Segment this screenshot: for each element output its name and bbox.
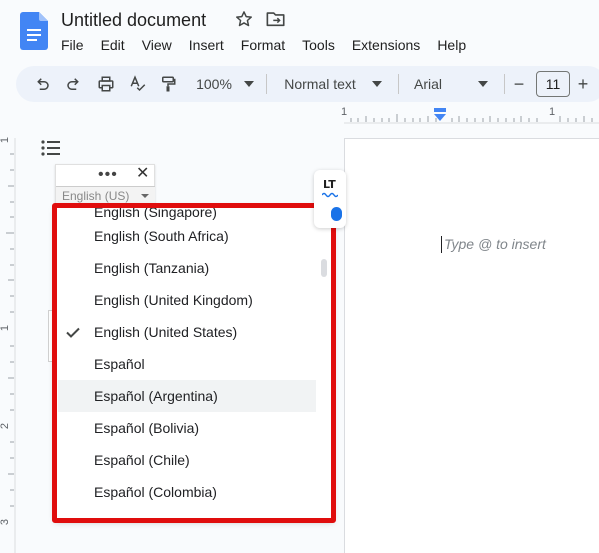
- list-item-label: Español (Colombia): [94, 484, 217, 500]
- languagetool-widget[interactable]: LT: [314, 170, 346, 228]
- list-item-label: English (United States): [94, 324, 238, 340]
- panel-edge: [48, 310, 54, 362]
- menu-tools[interactable]: Tools: [302, 36, 335, 54]
- print-icon[interactable]: [94, 66, 118, 102]
- document-page[interactable]: [344, 138, 599, 553]
- docs-logo-icon[interactable]: [20, 12, 48, 50]
- increase-font-size-button[interactable]: +: [574, 66, 592, 102]
- list-item[interactable]: Español: [58, 348, 316, 380]
- toolbar-divider: [398, 74, 399, 94]
- menu-file[interactable]: File: [61, 36, 84, 54]
- spellcheck-icon[interactable]: [126, 66, 150, 102]
- insert-placeholder[interactable]: Type @ to insert: [444, 236, 546, 252]
- menu-help[interactable]: Help: [437, 36, 466, 54]
- menu-edit[interactable]: Edit: [101, 36, 125, 54]
- style-caret-icon[interactable]: [370, 66, 384, 102]
- list-item[interactable]: English (United Kingdom): [58, 284, 316, 316]
- language-dropdown-list[interactable]: English (Singapore) English (South Afric…: [55, 206, 333, 520]
- language-select[interactable]: English (US): [56, 186, 155, 205]
- list-item-label: Español: [94, 356, 145, 372]
- checkmark-icon: [66, 327, 80, 338]
- list-item-selected[interactable]: English (United States): [58, 316, 316, 348]
- decrease-font-size-button[interactable]: −: [510, 66, 528, 102]
- list-item-label: English (Tanzania): [94, 260, 210, 276]
- menu-insert[interactable]: Insert: [189, 36, 224, 54]
- list-item[interactable]: Español (Chile): [58, 444, 316, 476]
- paint-format-icon[interactable]: [156, 66, 180, 102]
- wave-icon: [322, 192, 338, 198]
- language-select-value: English (US): [62, 189, 130, 203]
- list-item[interactable]: English (Tanzania): [58, 252, 316, 284]
- indent-marker-icon[interactable]: [434, 108, 446, 122]
- font-select[interactable]: Arial: [410, 66, 446, 102]
- toolbar-divider: [266, 74, 267, 94]
- ruler-label: 2: [0, 422, 12, 430]
- status-dot[interactable]: [331, 207, 342, 221]
- ruler-label: 1: [549, 106, 556, 118]
- list-item-label: English (South Africa): [94, 228, 229, 244]
- redo-icon[interactable]: [62, 66, 86, 102]
- more-options-icon[interactable]: •••: [98, 167, 118, 183]
- ruler-label: 1: [0, 136, 12, 144]
- toolbar-divider: [504, 74, 505, 94]
- list-item[interactable]: English (South Africa): [58, 220, 316, 252]
- menu-format[interactable]: Format: [241, 36, 285, 54]
- zoom-caret-icon[interactable]: [242, 66, 256, 102]
- move-to-folder-icon[interactable]: [266, 10, 286, 28]
- zoom-select[interactable]: 100%: [194, 66, 234, 102]
- menu-bar: File Edit View Insert Format Tools Exten…: [61, 36, 483, 54]
- font-caret-icon[interactable]: [476, 66, 490, 102]
- languagetool-logo-icon: LT: [323, 178, 336, 191]
- paragraph-style-select[interactable]: Normal text: [280, 66, 360, 102]
- list-item[interactable]: Español (Bolivia): [58, 412, 316, 444]
- list-item-label: Español (Bolivia): [94, 420, 200, 436]
- list-item-label: Español (Argentina): [94, 388, 218, 404]
- undo-icon[interactable]: [30, 66, 54, 102]
- menu-view[interactable]: View: [142, 36, 172, 54]
- toolbar: 100% Normal text Arial − 11 +: [16, 66, 599, 102]
- menu-extensions[interactable]: Extensions: [352, 36, 420, 54]
- font-size-input[interactable]: 11: [536, 71, 570, 97]
- ruler-label: 1: [341, 106, 348, 118]
- horizontal-ruler[interactable]: 1 1: [0, 104, 599, 124]
- close-icon[interactable]: ✕: [136, 166, 149, 182]
- vertical-ruler[interactable]: 1 1 2 3: [0, 124, 16, 553]
- document-outline-icon[interactable]: [41, 138, 61, 158]
- list-item-label: English (United Kingdom): [94, 292, 253, 308]
- document-title[interactable]: Untitled document: [61, 9, 206, 31]
- list-item-label: English (Singapore): [94, 206, 217, 220]
- chevron-down-icon: [141, 194, 149, 198]
- star-icon[interactable]: [234, 9, 254, 29]
- list-item-hovered[interactable]: Español (Argentina): [58, 380, 316, 412]
- ruler-label: 3: [0, 518, 12, 526]
- language-panel: ••• ✕ English (US): [55, 164, 155, 206]
- scrollbar-thumb[interactable]: [321, 259, 327, 277]
- list-item[interactable]: Español (Colombia): [58, 476, 316, 508]
- list-item-label: Español (Chile): [94, 452, 190, 468]
- ruler-label: 1: [0, 324, 12, 332]
- text-cursor: [441, 236, 442, 253]
